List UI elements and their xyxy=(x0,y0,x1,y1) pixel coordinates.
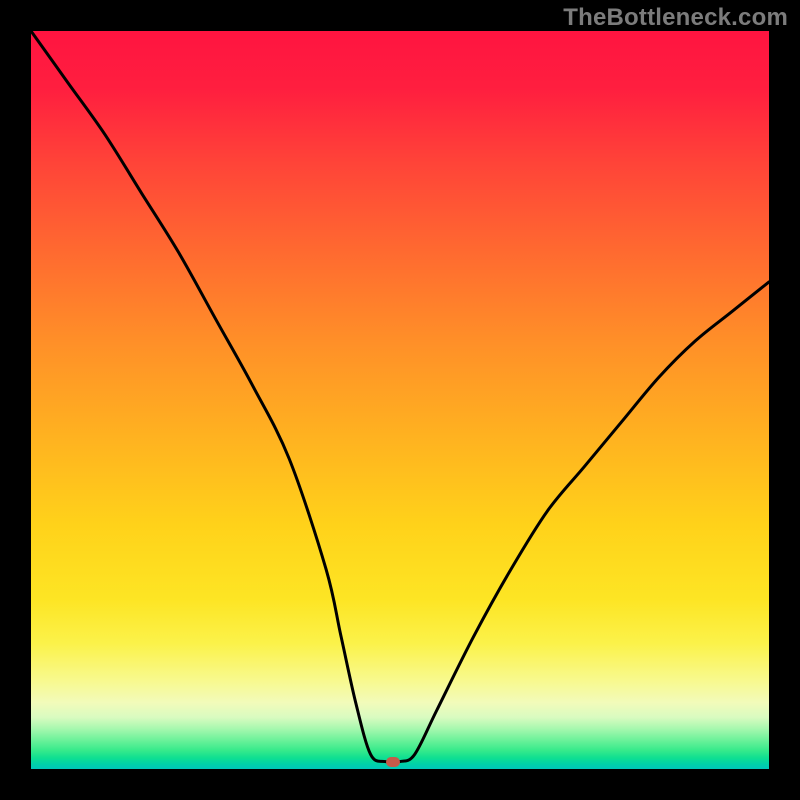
curve-svg xyxy=(31,31,769,769)
bottleneck-curve xyxy=(31,31,769,763)
chart-area xyxy=(31,31,769,769)
figure-root: TheBottleneck.com xyxy=(0,0,800,800)
watermark-text: TheBottleneck.com xyxy=(563,4,788,32)
min-marker xyxy=(386,757,400,767)
